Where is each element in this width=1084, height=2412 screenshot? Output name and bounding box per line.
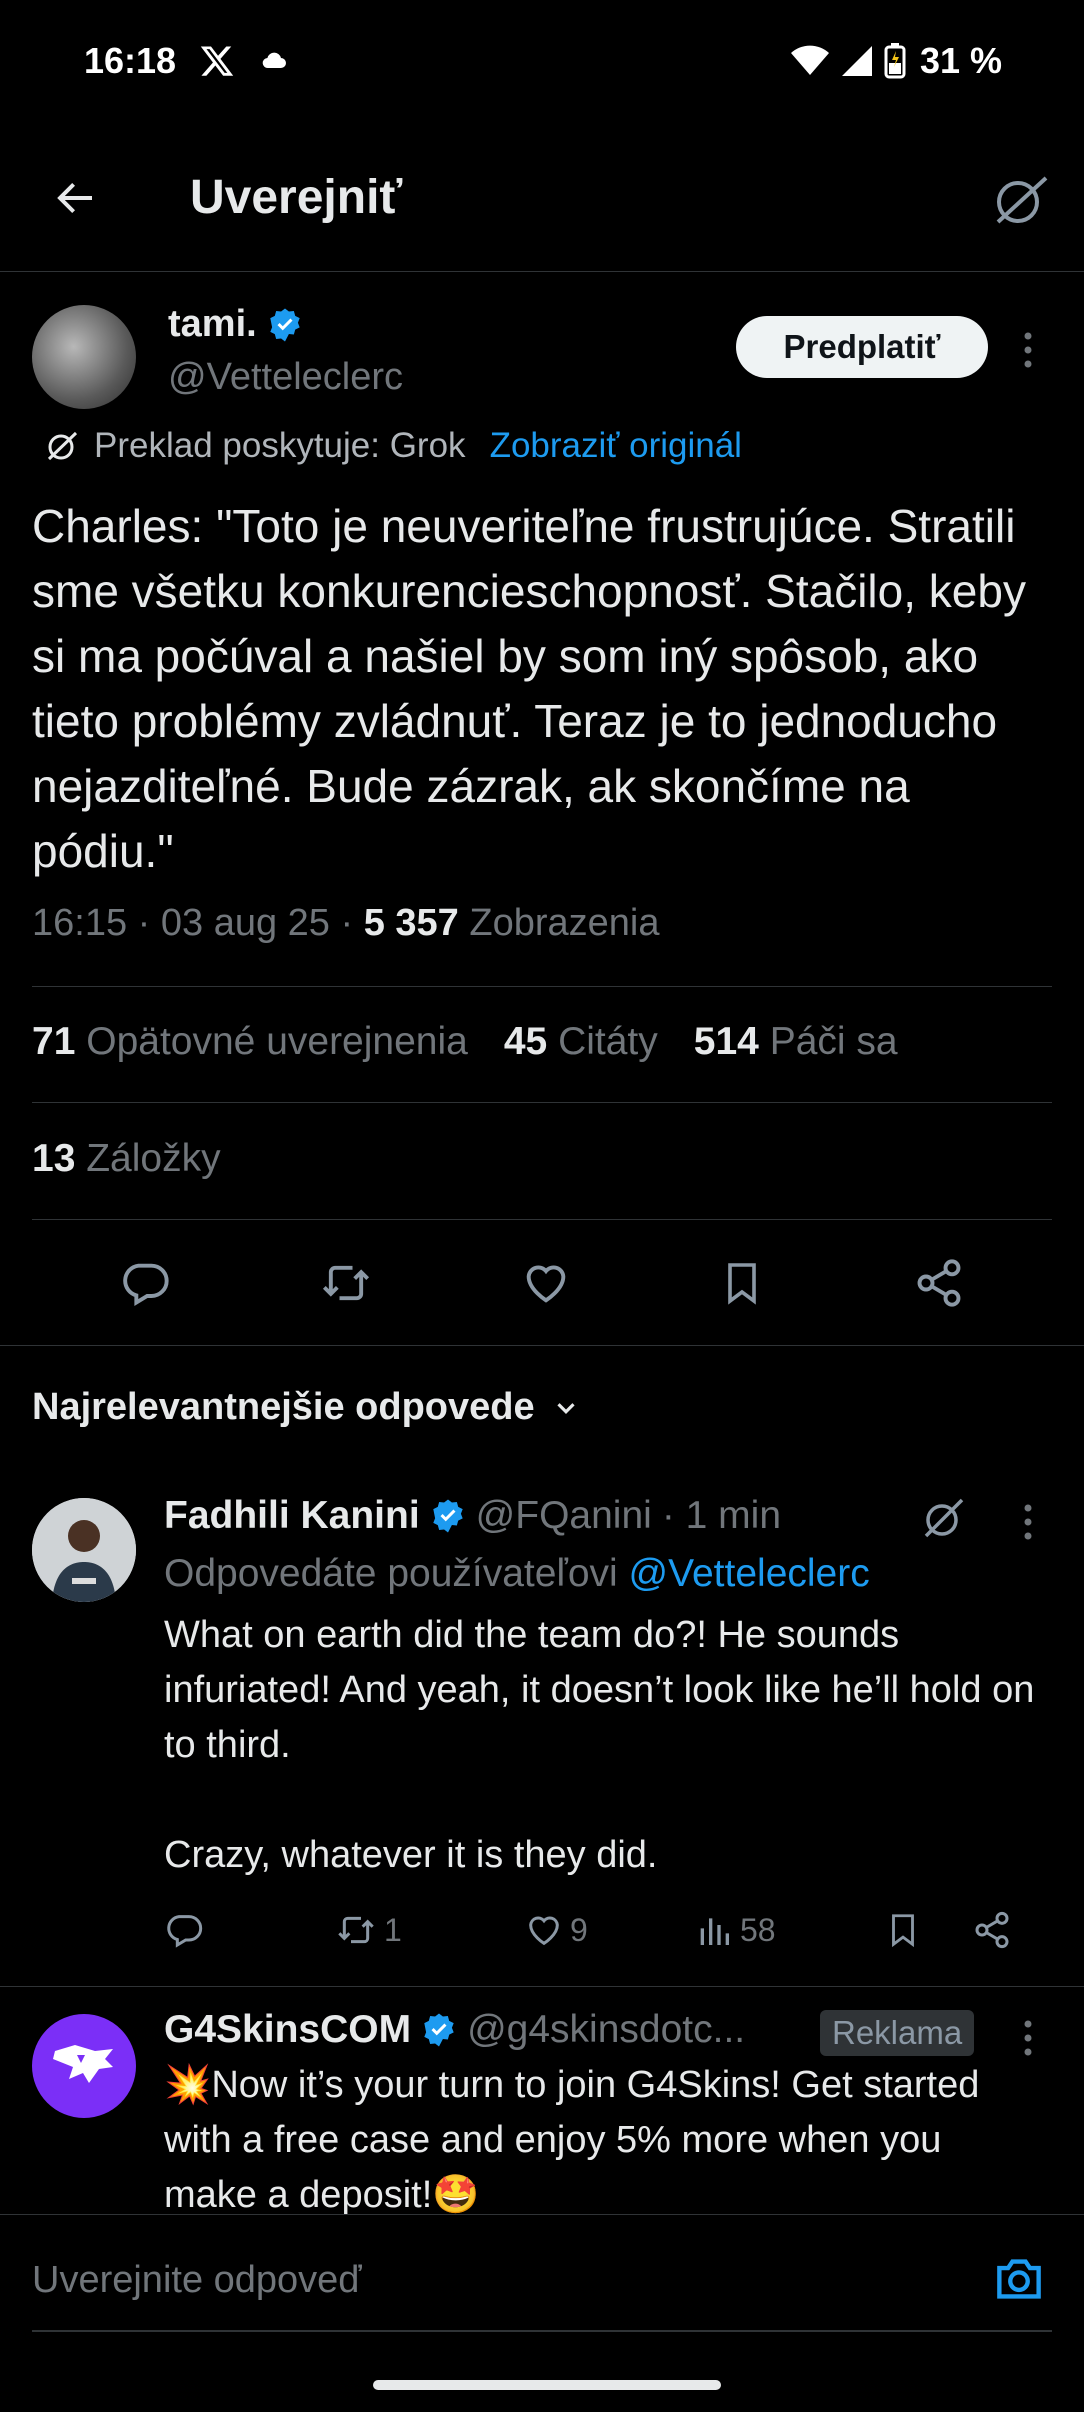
ad-author-avatar[interactable] xyxy=(32,2014,136,2118)
repost-icon[interactable] xyxy=(318,1257,374,1309)
reply-views-count: 58 xyxy=(740,1911,776,1948)
more-options-icon[interactable] xyxy=(1020,2018,1036,2058)
sort-label: Najrelevantnejšie odpovede xyxy=(32,1386,535,1428)
reply-reply-button[interactable] xyxy=(164,1910,334,1950)
author-name-row[interactable]: tami. xyxy=(168,303,303,346)
grok-icon[interactable] xyxy=(920,1494,968,1542)
ad-header[interactable]: G4SkinsCOM @g4skinsdotc... xyxy=(164,2008,745,2052)
divider xyxy=(32,986,1052,987)
replying-to-handle[interactable]: @Vetteleclerc xyxy=(629,1552,870,1595)
quotes-count: 45 xyxy=(503,1020,548,1063)
status-time: 16:18 xyxy=(84,40,177,81)
top-app-bar: Uverejniť xyxy=(0,130,1084,272)
reply-author-name[interactable]: Fadhili Kanini xyxy=(164,1494,420,1538)
more-options-icon[interactable] xyxy=(1020,1502,1036,1542)
reply-composer[interactable]: Uverejnite odpoveď xyxy=(0,2214,1084,2334)
reply-author-handle[interactable]: @FQanini xyxy=(476,1494,652,1538)
bookmark-icon[interactable] xyxy=(718,1257,766,1309)
author-avatar[interactable] xyxy=(32,305,136,409)
bookmarks-label: Záložky xyxy=(86,1137,221,1180)
reply-author-avatar[interactable] xyxy=(32,1498,136,1602)
verified-badge-icon xyxy=(267,307,303,343)
reply-icon[interactable] xyxy=(119,1257,171,1309)
reply-repost-button[interactable]: 1 xyxy=(334,1910,524,1950)
back-arrow-icon[interactable] xyxy=(50,174,98,222)
like-icon[interactable] xyxy=(520,1257,572,1309)
views-label: Zobrazenia xyxy=(469,902,660,944)
reposts-stat[interactable]: 71 Opätovné uverejnenia xyxy=(32,1020,468,1064)
signal-icon xyxy=(840,44,874,78)
quotes-label: Citáty xyxy=(558,1020,658,1063)
verified-badge-icon xyxy=(421,2012,457,2048)
translation-note: Preklad poskytuje: Grok Zobraziť originá… xyxy=(44,426,742,466)
reply-action-bar: 1 9 58 xyxy=(164,1910,1044,1950)
divider xyxy=(0,1986,1084,1987)
reply-like-button[interactable]: 9 xyxy=(524,1910,694,1950)
reply-age: · 1 min xyxy=(661,1494,782,1537)
status-bar: 16:18 31 % xyxy=(0,0,1084,130)
reposts-label: Opätovné uverejnenia xyxy=(86,1020,468,1063)
verified-badge-icon xyxy=(430,1498,466,1534)
author-name[interactable]: tami. xyxy=(168,303,257,346)
page-title: Uverejniť xyxy=(190,171,403,224)
ad-text: 💥Now it’s your turn to join G4Skins! Get… xyxy=(164,2064,980,2214)
reply-likes-count: 9 xyxy=(570,1911,588,1948)
chevron-down-icon xyxy=(551,1393,581,1423)
camera-icon[interactable] xyxy=(992,2255,1046,2303)
reply-text: What on earth did the team do?! He sound… xyxy=(164,1614,1035,1876)
post-meta: 16:15 · 03 aug 25 · 5 357 Zobrazenia xyxy=(32,902,660,944)
battery-icon xyxy=(884,43,906,79)
engagement-stats: 71 Opätovné uverejnenia 45 Citáty 514 Pá… xyxy=(32,1020,898,1064)
reply-share-button[interactable] xyxy=(972,1910,1012,1950)
share-icon[interactable] xyxy=(913,1257,965,1309)
post-date: 03 aug 25 xyxy=(160,902,330,944)
grok-icon[interactable] xyxy=(990,170,1050,230)
show-original-link[interactable]: Zobraziť originál xyxy=(490,426,742,466)
ad-author-handle[interactable]: @g4skinsdotc... xyxy=(467,2008,745,2052)
cloud-icon xyxy=(262,50,286,70)
reply-views-button[interactable]: 58 xyxy=(694,1910,884,1950)
composer-underline xyxy=(32,2330,1052,2332)
post-time: 16:15 xyxy=(32,902,128,944)
views-count: 5 357 xyxy=(363,902,459,944)
subscribe-button[interactable]: Predplatiť xyxy=(736,316,988,378)
likes-stat[interactable]: 514 Páči sa xyxy=(694,1020,898,1064)
x-logo-icon xyxy=(198,43,236,79)
reply-bookmark-button[interactable] xyxy=(884,1910,972,1950)
reply-reposts-count: 1 xyxy=(384,1911,402,1948)
replying-to-label: Odpovedáte používateľovi xyxy=(164,1552,618,1595)
quotes-stat[interactable]: 45 Citáty xyxy=(504,1020,658,1064)
grok-small-icon xyxy=(44,428,80,464)
battery-percentage: 31 % xyxy=(919,40,1002,81)
likes-label: Páči sa xyxy=(769,1020,898,1063)
post-text: Charles: "Toto je neuveriteľne frustrujú… xyxy=(32,500,1026,877)
bookmarks-stat[interactable]: 13 Záložky xyxy=(32,1137,221,1181)
likes-count: 514 xyxy=(693,1020,759,1063)
home-indicator[interactable] xyxy=(373,2380,721,2390)
reposts-count: 71 xyxy=(32,1020,76,1063)
ad-badge: Reklama xyxy=(820,2010,975,2056)
author-handle[interactable]: @Vetteleclerc xyxy=(168,356,403,399)
translation-provider: Preklad poskytuje: Grok xyxy=(94,426,466,465)
wifi-icon xyxy=(790,45,830,77)
reply-input-placeholder[interactable]: Uverejnite odpoveď xyxy=(32,2259,362,2302)
reply-sort-dropdown[interactable]: Najrelevantnejšie odpovede xyxy=(32,1386,581,1429)
post-action-bar xyxy=(0,1220,1084,1346)
bookmarks-count: 13 xyxy=(32,1137,76,1180)
more-options-icon[interactable] xyxy=(1020,330,1036,370)
divider xyxy=(32,1102,1052,1103)
ad-author-name[interactable]: G4SkinsCOM xyxy=(164,2008,411,2052)
reply-header[interactable]: Fadhili Kanini @FQanini · 1 min xyxy=(164,1494,781,1538)
replying-to: Odpovedáte používateľovi @Vetteleclerc xyxy=(164,1552,870,1596)
